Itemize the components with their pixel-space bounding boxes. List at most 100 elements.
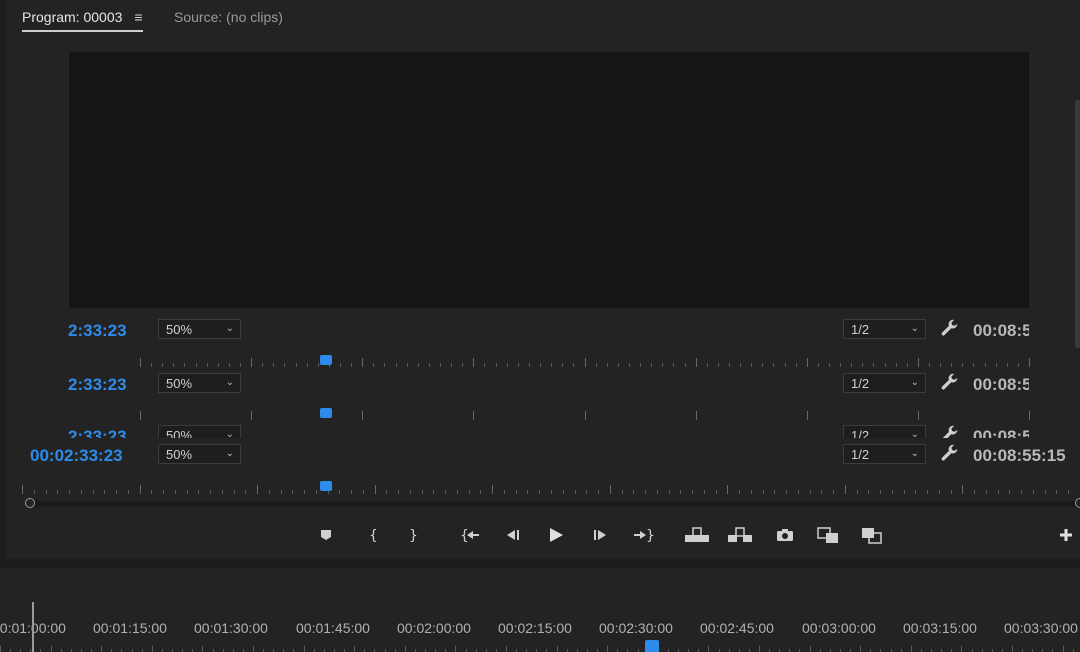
ruler-tick [907, 363, 908, 367]
zoom-select[interactable]: 50% ⌄ [158, 319, 241, 339]
ruler-tick [140, 358, 141, 367]
ruler-tick [685, 363, 686, 367]
ruler-tick [1033, 490, 1034, 494]
ruler-tick [1068, 490, 1069, 494]
timeline-tick [810, 646, 811, 652]
ruler-tick [307, 363, 308, 367]
zoom-select[interactable]: 50% ⌄ [158, 425, 241, 438]
extract-button[interactable] [727, 522, 753, 548]
proxy-toggle-button[interactable] [859, 522, 885, 548]
ruler-tick [284, 363, 285, 367]
zoom-scrollbar-left-handle[interactable] [25, 498, 35, 508]
timeline-tick [101, 646, 102, 652]
playhead-marker[interactable] [320, 481, 332, 491]
lift-button[interactable] [684, 522, 710, 548]
ruler-tick [727, 485, 728, 494]
timeline-ruler[interactable]: 00:01:00:0000:01:15:0000:01:30:0000:01:4… [0, 568, 1080, 652]
timeline-tick [911, 646, 912, 652]
svg-text:}: } [646, 528, 654, 543]
ruler-tick [774, 490, 775, 494]
sequence-duration: 00:08:5 [973, 427, 1029, 438]
vertical-scrollbar[interactable] [1075, 100, 1080, 348]
go-to-in-button[interactable]: { [457, 522, 483, 548]
mark-in-button[interactable]: { [359, 522, 385, 548]
ruler-tick [198, 490, 199, 494]
ruler-tick [339, 490, 340, 494]
camera-icon [775, 527, 795, 543]
ruler-tick [140, 485, 141, 494]
ruler-tick [739, 490, 740, 494]
tab-source[interactable]: Source: (no clips) [174, 9, 283, 25]
sequence-duration: 00:08:55:15 [973, 446, 1066, 465]
button-editor-button[interactable] [1053, 522, 1079, 548]
ruler-tick [551, 363, 552, 367]
monitor-settings-row: 2:33:23 50% ⌄ 1/2 ⌄ 00:08:5 [6, 319, 1080, 343]
wrench-icon[interactable] [939, 443, 961, 465]
timeline-time-label: 00:03:15:00 [903, 620, 977, 636]
go-to-out-button[interactable]: } [630, 522, 656, 548]
ruler-tick [845, 485, 846, 494]
resolution-select[interactable]: 1/2 ⌄ [843, 444, 926, 464]
ruler-tick [81, 490, 82, 494]
ruler-tick [918, 358, 919, 367]
tab-program[interactable]: Program: 00003 ≡ [22, 9, 143, 32]
ruler-tick [622, 490, 623, 494]
ruler-tick [462, 363, 463, 367]
playhead-timecode[interactable]: 2:33:23 [68, 427, 127, 438]
ruler-tick [222, 490, 223, 494]
timeline-playhead[interactable] [645, 640, 659, 652]
chevron-down-icon: ⌄ [910, 377, 919, 388]
export-frame-button[interactable] [772, 522, 798, 548]
resolution-value: 1/2 [851, 322, 870, 337]
timeline-time-label: 00:02:45:00 [700, 620, 774, 636]
ruler-tick [696, 358, 697, 367]
ruler-tick [207, 363, 208, 367]
playhead-marker[interactable] [320, 355, 332, 365]
timeline-tick [860, 646, 861, 652]
ruler-tick [951, 363, 952, 367]
comparison-view-button[interactable] [815, 522, 841, 548]
ruler-tick [707, 363, 708, 367]
zoom-select[interactable]: 50% ⌄ [158, 373, 241, 393]
wrench-icon[interactable] [939, 425, 961, 438]
add-marker-button[interactable] [313, 522, 339, 548]
zoom-scrollbar[interactable] [25, 498, 1080, 508]
ruler-tick [857, 490, 858, 494]
panel-menu-icon[interactable]: ≡ [134, 9, 142, 25]
ruler-tick [245, 490, 246, 494]
playhead-timecode[interactable]: 00:02:33:23 [30, 446, 123, 466]
ruler-tick [718, 363, 719, 367]
timeline-time-label: 00:01:45:00 [296, 620, 370, 636]
resolution-select[interactable]: 1/2 ⌄ [843, 319, 926, 339]
ruler-tick [773, 363, 774, 367]
time-ruler[interactable] [140, 355, 1030, 367]
ruler-tick [396, 363, 397, 367]
ruler-tick [151, 363, 152, 367]
step-back-button[interactable] [500, 522, 526, 548]
video-preview[interactable] [69, 52, 1029, 308]
ruler-tick [529, 363, 530, 367]
wrench-icon[interactable] [939, 373, 961, 394]
playhead-timecode[interactable]: 2:33:23 [68, 375, 127, 395]
mark-out-icon: } [405, 527, 419, 543]
resolution-select[interactable]: 1/2 ⌄ [843, 425, 926, 438]
ruler-tick [640, 363, 641, 367]
ruler-tick [457, 490, 458, 494]
ruler-tick [240, 363, 241, 367]
resolution-select[interactable]: 1/2 ⌄ [843, 373, 926, 393]
ruler-tick [375, 485, 376, 494]
time-ruler[interactable] [22, 482, 1080, 494]
time-ruler[interactable] [140, 408, 1030, 420]
ruler-tick [318, 363, 319, 367]
play-button[interactable] [543, 522, 569, 548]
step-forward-button[interactable] [587, 522, 613, 548]
ruler-tick [763, 490, 764, 494]
wrench-icon[interactable] [939, 319, 961, 340]
chevron-down-icon: ⌄ [910, 448, 919, 459]
playhead-timecode[interactable]: 2:33:23 [68, 321, 127, 341]
ruler-tick [645, 490, 646, 494]
playhead-marker[interactable] [320, 408, 332, 418]
zoom-select[interactable]: 50% ⌄ [158, 444, 241, 464]
mark-out-button[interactable]: } [399, 522, 425, 548]
zoom-scrollbar-right-handle[interactable] [1075, 498, 1080, 508]
